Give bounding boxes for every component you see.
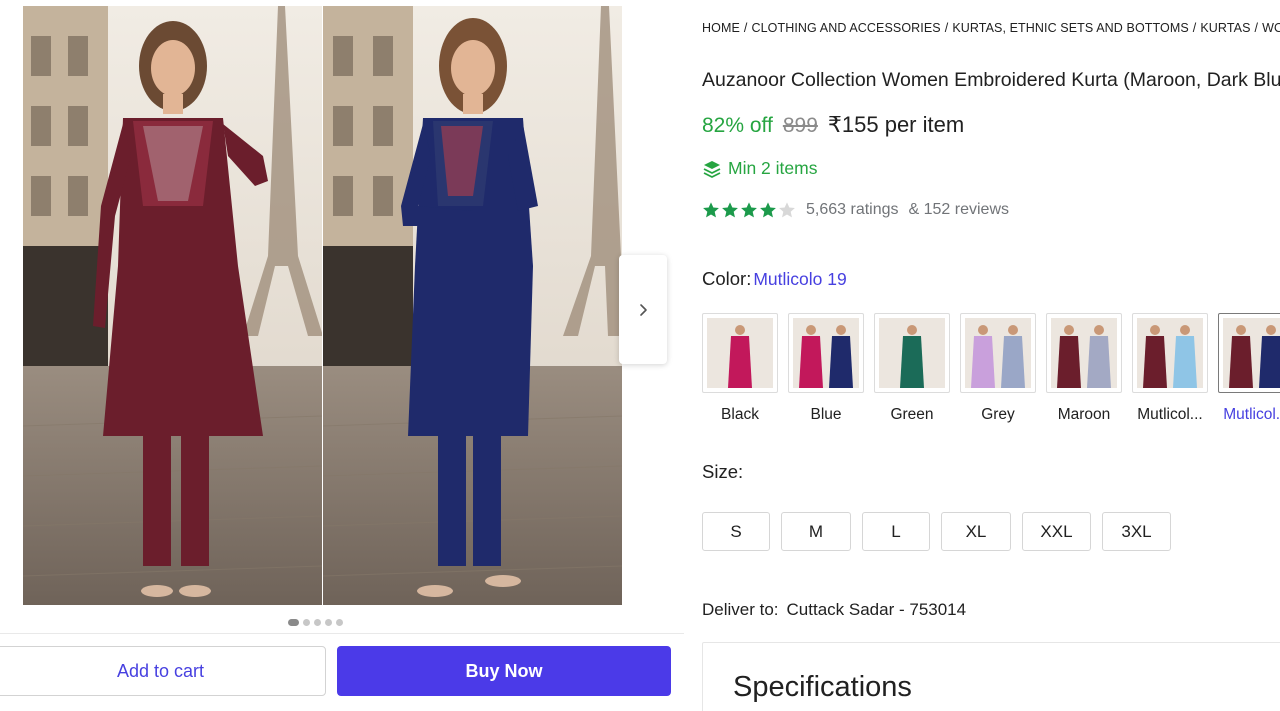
star-empty-icon: [779, 202, 795, 218]
color-swatch-thumbnail: [788, 313, 864, 393]
color-swatch[interactable]: Green: [874, 313, 950, 424]
breadcrumb-clothing[interactable]: CLOTHING AND ACCESSORIES: [751, 21, 940, 35]
carousel-dot[interactable]: [314, 619, 321, 626]
color-swatch-label: Green: [890, 406, 934, 423]
color-swatch-list: Black Blue Green Grey Maroon Mutlicol... Mutli…: [702, 313, 1280, 424]
reviews-count: & 152 reviews: [908, 201, 1010, 218]
breadcrumb-kurtas-ethnic[interactable]: KURTAS, ETHNIC SETS AND BOTTOMS: [952, 21, 1188, 35]
delivery-location: Deliver to: Cuttack Sadar - 753014: [702, 600, 966, 620]
star-filled-icon: [741, 202, 757, 218]
size-option-3xl[interactable]: 3XL: [1102, 512, 1171, 551]
color-swatch[interactable]: Blue: [788, 313, 864, 424]
color-swatch-label: Mutlicol...: [1137, 406, 1203, 423]
star-filled-icon: [760, 202, 776, 218]
star-filled-icon: [703, 202, 719, 218]
color-label: Color: Mutlicolo 19: [702, 268, 847, 290]
carousel-dot[interactable]: [303, 619, 310, 626]
specifications-card[interactable]: Specifications: [702, 642, 1280, 711]
product-photo-navy[interactable]: [323, 6, 622, 605]
size-option-xxl[interactable]: XXL: [1022, 512, 1091, 551]
color-swatch-thumbnail: [1132, 313, 1208, 393]
deliver-label: Deliver to:: [702, 600, 779, 619]
min-items-text: Min 2 items: [728, 158, 818, 178]
color-swatch-label: Maroon: [1057, 406, 1111, 423]
min-items-badge: Min 2 items: [702, 158, 817, 179]
size-options: S M L XL XXL 3XL: [702, 512, 1171, 551]
swatch-photo: [1137, 318, 1203, 388]
selected-color-value: Mutlicolo 19: [753, 269, 847, 289]
selling-price: ₹155 per item: [827, 112, 965, 137]
breadcrumb-home[interactable]: HOME: [702, 21, 740, 35]
size-label: Size:: [702, 461, 744, 482]
next-image-button[interactable]: [619, 255, 667, 364]
image-carousel-dots: [288, 619, 343, 626]
color-swatch-label: Grey: [981, 406, 1015, 423]
color-swatch[interactable]: Mutlicol...: [1132, 313, 1208, 424]
add-to-cart-button[interactable]: Add to cart: [0, 646, 326, 696]
star-rating: [702, 201, 796, 219]
color-swatch-label: Mutlicol...: [1223, 406, 1280, 423]
color-label-text: Color:: [702, 268, 752, 289]
carousel-dot[interactable]: [288, 619, 299, 626]
product-photo-maroon[interactable]: [23, 6, 322, 605]
swatch-photo: [707, 318, 773, 388]
color-swatch-thumbnail: [702, 313, 778, 393]
chevron-right-icon: [640, 303, 647, 316]
color-swatch-label: Blue: [810, 406, 842, 423]
breadcrumb-women-kurtas[interactable]: WOMEN KURTAS: [1262, 21, 1280, 35]
size-option-xl[interactable]: XL: [941, 512, 1011, 551]
product-image-gallery[interactable]: [23, 6, 622, 605]
buy-now-button[interactable]: Buy Now: [337, 646, 671, 696]
rating-summary[interactable]: 5,663 ratings & 152 reviews: [702, 201, 1009, 219]
breadcrumb-kurtas[interactable]: KURTAS: [1200, 21, 1250, 35]
specifications-heading: Specifications: [733, 671, 912, 703]
price-row: 82% off 899 ₹155 per item: [702, 112, 964, 138]
color-swatch[interactable]: Maroon: [1046, 313, 1122, 424]
size-option-l[interactable]: L: [862, 512, 930, 551]
color-swatch[interactable]: Black: [702, 313, 778, 424]
discount-percent: 82% off: [702, 114, 773, 137]
size-option-s[interactable]: S: [702, 512, 770, 551]
color-swatch[interactable]: Mutlicol...: [1218, 313, 1280, 424]
product-details-panel: HOME / CLOTHING AND ACCESSORIES / KURTAS, ET…: [702, 0, 1280, 711]
breadcrumb: HOME / CLOTHING AND ACCESSORIES / KURTAS, ET…: [702, 21, 1280, 35]
color-swatch-thumbnail: [960, 313, 1036, 393]
swatch-photo: [1223, 318, 1280, 388]
color-swatch-thumbnail: [1046, 313, 1122, 393]
star-filled-icon: [722, 202, 738, 218]
delivery-pincode[interactable]: Cuttack Sadar - 753014: [787, 600, 967, 619]
color-swatch-label: Black: [721, 406, 759, 423]
original-price: 899: [782, 114, 818, 137]
size-option-m[interactable]: M: [781, 512, 851, 551]
swatch-photo: [965, 318, 1031, 388]
purchase-action-bar: Add to cart Buy Now: [0, 633, 684, 711]
swatch-photo: [793, 318, 859, 388]
carousel-dot[interactable]: [336, 619, 343, 626]
carousel-dot[interactable]: [325, 619, 332, 626]
ratings-count: 5,663 ratings: [806, 201, 899, 218]
swatch-photo: [879, 318, 945, 388]
layers-icon: [703, 160, 721, 178]
color-swatch-thumbnail: [1218, 313, 1280, 393]
product-title: Auzanoor Collection Women Embroidered Ku…: [702, 69, 1280, 91]
color-swatch[interactable]: Grey: [960, 313, 1036, 424]
color-swatch-thumbnail: [874, 313, 950, 393]
swatch-photo: [1051, 318, 1117, 388]
